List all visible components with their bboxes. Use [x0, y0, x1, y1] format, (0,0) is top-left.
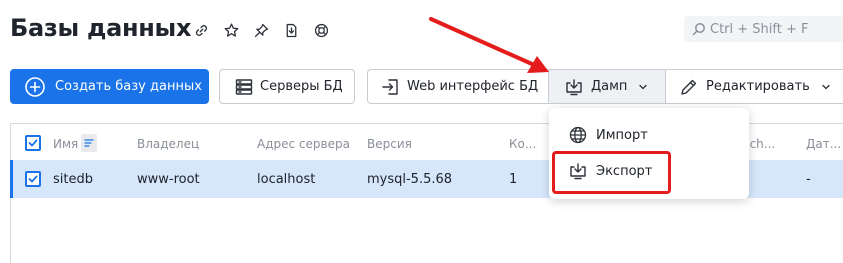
annotation-arrow: [429, 17, 549, 73]
